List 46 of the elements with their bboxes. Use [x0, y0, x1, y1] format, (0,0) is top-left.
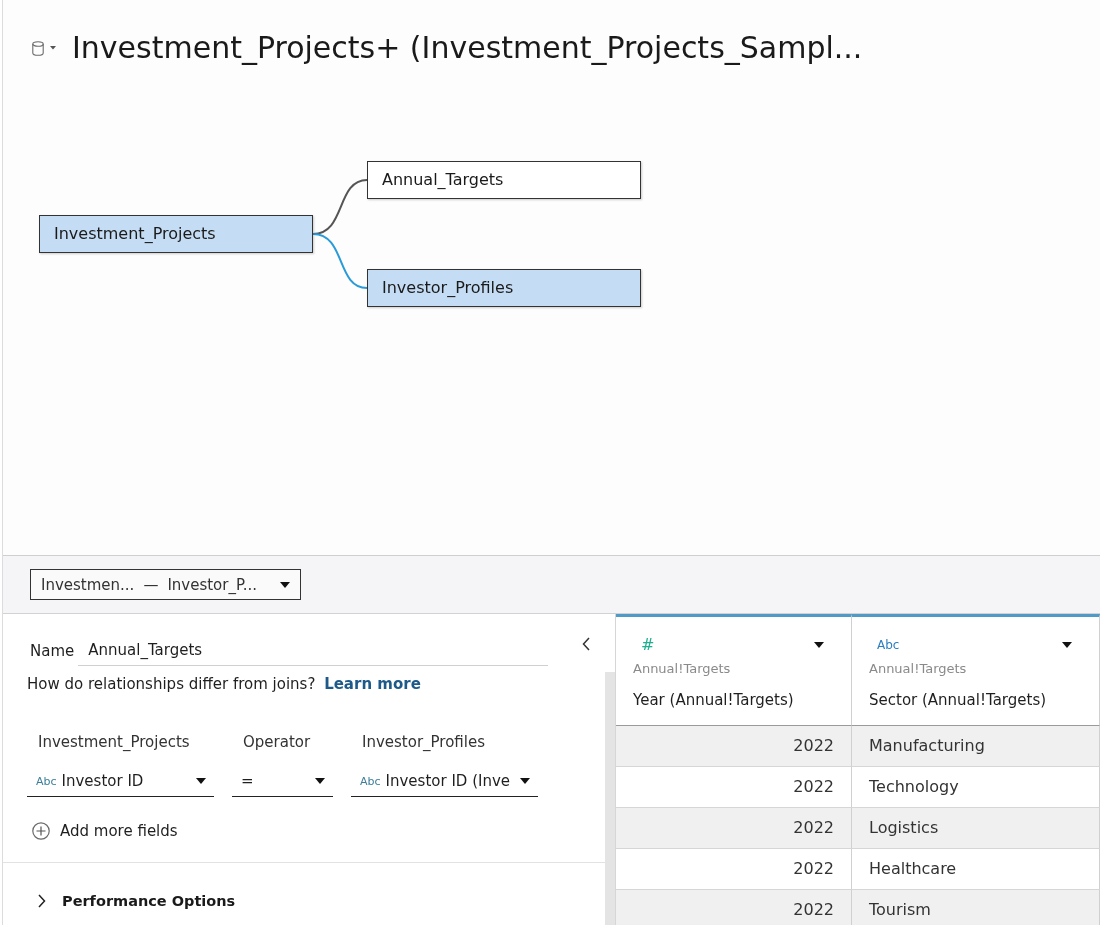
data-type-label: Abc — [877, 637, 900, 653]
scrollbar[interactable] — [605, 672, 615, 925]
table-cell: Tourism — [852, 890, 1100, 925]
caret-icon — [517, 778, 530, 784]
operator-dropdown[interactable]: = — [232, 766, 333, 797]
plus-circle-icon — [32, 822, 50, 840]
table-cell: 2022 — [616, 726, 852, 767]
database-icon — [32, 40, 44, 56]
table-cell: 2022 — [616, 849, 852, 890]
chevron-left-icon[interactable] — [582, 637, 590, 651]
field-dropdown[interactable]: Abc Investor ID (Inve — [351, 766, 538, 797]
table-cell: Technology — [852, 767, 1100, 808]
caret-icon[interactable] — [814, 642, 824, 648]
table-cell: 2022 — [616, 890, 852, 925]
relationship-dropdown[interactable]: Investmen... — Investor_P... — [30, 569, 301, 600]
column-label: Investor_Profiles — [361, 732, 487, 752]
caret-icon — [312, 778, 325, 784]
caret-icon — [280, 581, 290, 588]
table-cell: Manufacturing — [852, 726, 1100, 767]
table-node[interactable]: Investment_Projects — [39, 215, 313, 253]
table-node[interactable]: Annual_Targets — [367, 161, 641, 199]
table-cell: 2022 — [616, 808, 852, 849]
help-text: How do relationships differ from joins? Learn more — [26, 674, 422, 694]
table-cell: 2022 — [616, 767, 852, 808]
source-table-label: Annual!Targets — [869, 661, 967, 677]
column-name: Sector (Annual!Targets) — [869, 690, 1047, 710]
learn-more-link[interactable]: Learn more — [324, 675, 421, 693]
name-field[interactable]: Annual_Targets — [78, 636, 549, 666]
column-name: Year (Annual!Targets) — [633, 690, 794, 710]
data-source-menu-button[interactable] — [32, 40, 56, 56]
caret-icon — [50, 46, 56, 50]
performance-options-toggle[interactable]: Performance Options — [38, 890, 236, 912]
add-fields-button[interactable]: Add more fields — [32, 820, 178, 842]
data-type-label: # — [641, 637, 655, 653]
data-source-title: Investment_Projects+ (Investment_Projects_Sampl... — [72, 29, 863, 67]
table-node[interactable]: Investor_Profiles — [367, 269, 641, 307]
name-label: Name — [30, 642, 75, 660]
field-dropdown[interactable]: Abc Investor ID — [27, 766, 214, 797]
caret-icon — [193, 778, 206, 784]
source-table-label: Annual!Targets — [633, 661, 731, 677]
table-cell: Healthcare — [852, 849, 1100, 890]
relationship-line[interactable] — [312, 233, 368, 289]
caret-icon[interactable] — [1062, 642, 1072, 648]
table-cell: Logistics — [852, 808, 1100, 849]
column-label: Investment_Projects — [37, 732, 191, 752]
column-label: Operator — [242, 732, 312, 752]
